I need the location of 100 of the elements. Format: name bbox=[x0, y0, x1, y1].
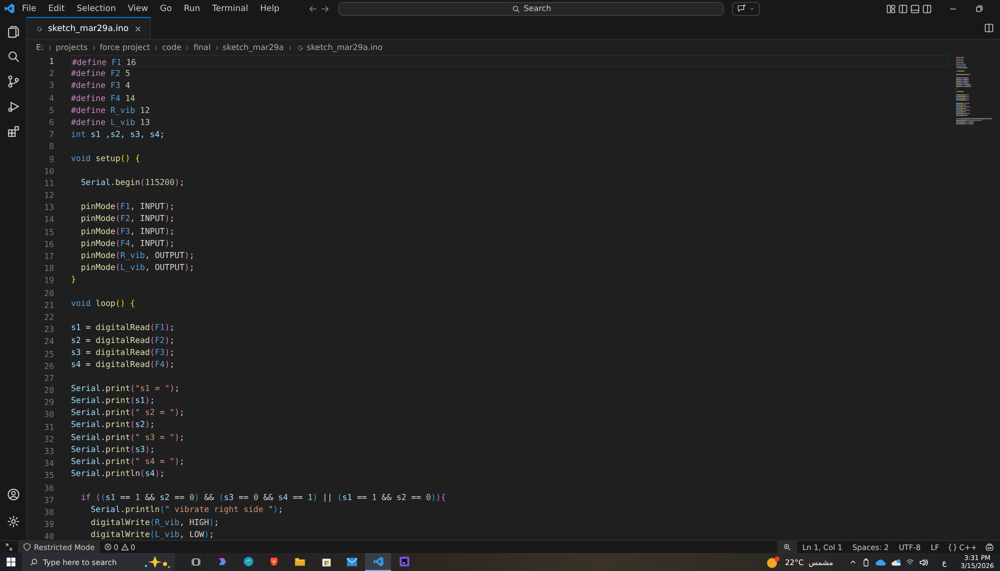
code-line: #define F3 4 bbox=[71, 79, 130, 92]
code-editor-icon bbox=[372, 556, 384, 567]
line-number: 22 bbox=[44, 310, 54, 324]
line-number: 8 bbox=[49, 140, 54, 152]
battery-icon[interactable] bbox=[862, 558, 870, 566]
mail-icon bbox=[346, 556, 358, 566]
code-line: digitalWrite(L_vib, LOW); bbox=[90, 528, 214, 540]
menu-item[interactable]: File bbox=[17, 4, 42, 14]
forward-arrow-icon[interactable] bbox=[320, 4, 330, 14]
split-editor-icon[interactable] bbox=[984, 23, 994, 33]
code-line: Serial.begin(115200); bbox=[80, 176, 184, 188]
line-number: 35 bbox=[44, 469, 54, 482]
panel-icon[interactable] bbox=[910, 4, 920, 14]
menu-item[interactable]: Terminal bbox=[207, 4, 254, 14]
braces-icon bbox=[948, 542, 958, 552]
run-debug-icon[interactable] bbox=[6, 100, 20, 113]
code-line: pinMode(L_vib, OUTPUT); bbox=[80, 261, 194, 274]
line-number: 40 bbox=[44, 530, 54, 540]
line-number: 7 bbox=[49, 128, 54, 140]
cloud-icon[interactable] bbox=[875, 558, 886, 566]
breadcrumb-item[interactable]: code bbox=[162, 43, 182, 52]
account-icon[interactable] bbox=[6, 488, 20, 501]
zoom-button[interactable] bbox=[777, 541, 798, 553]
line-number: 30 bbox=[44, 408, 54, 421]
lion-icon bbox=[269, 556, 279, 567]
primary-sidebar-icon[interactable] bbox=[898, 4, 908, 14]
search-icon bbox=[30, 558, 38, 566]
shield-icon bbox=[23, 543, 31, 551]
breadcrumb-item[interactable]: sketch_mar29a bbox=[222, 43, 284, 52]
breadcrumb-item[interactable]: projects bbox=[56, 43, 88, 52]
explorer-icon[interactable] bbox=[6, 25, 20, 38]
menu-item[interactable]: View bbox=[122, 4, 154, 14]
line-number: 19 bbox=[44, 274, 54, 287]
code-line: pinMode(R_vib, OUTPUT); bbox=[80, 248, 194, 262]
code-line: s3 = digitalRead(F3); bbox=[71, 346, 175, 358]
layout-icon[interactable] bbox=[886, 4, 896, 14]
menu-item[interactable]: Run bbox=[178, 4, 206, 14]
line-number: 6 bbox=[49, 116, 54, 128]
chevron-right-icon bbox=[153, 44, 160, 50]
code-editor-logo-icon bbox=[4, 3, 15, 14]
line-number: 17 bbox=[44, 250, 54, 262]
chevron-down-icon bbox=[749, 6, 756, 12]
chevron-right-icon bbox=[286, 44, 293, 50]
chevron-right-icon bbox=[90, 44, 97, 50]
restore-icon[interactable] bbox=[974, 4, 984, 14]
line-number: 21 bbox=[44, 298, 54, 311]
folder-icon bbox=[294, 556, 306, 567]
c-file-icon bbox=[35, 24, 43, 32]
remote-icon bbox=[5, 543, 13, 551]
code-line: #define F4 14 bbox=[71, 92, 136, 104]
chat-icon bbox=[737, 4, 746, 13]
ide-icon bbox=[398, 556, 410, 567]
line-number: 31 bbox=[44, 420, 54, 433]
close-icon[interactable] bbox=[134, 24, 142, 32]
extensions-icon[interactable] bbox=[6, 125, 20, 138]
chevron-right-icon bbox=[46, 44, 53, 50]
back-arrow-icon[interactable] bbox=[308, 4, 318, 14]
line-number: 4 bbox=[49, 92, 54, 104]
breadcrumb-item[interactable]: final bbox=[193, 43, 211, 52]
breadcrumb-item[interactable]: sketch_mar29a.ino bbox=[306, 43, 383, 52]
menu-item[interactable]: Edit bbox=[43, 4, 70, 14]
code-line: Serial.print(s1); bbox=[71, 394, 155, 406]
line-number: 13 bbox=[44, 201, 54, 214]
code-line: pinMode(F1, INPUT); bbox=[80, 200, 175, 212]
source-control-icon[interactable] bbox=[6, 75, 20, 88]
chat-button[interactable] bbox=[732, 2, 760, 16]
code-line: void setup() { bbox=[71, 152, 140, 164]
search-field[interactable]: Search bbox=[338, 2, 724, 16]
code-line: Serial.print(" s3 = "); bbox=[71, 430, 184, 443]
code-line: int s1 ,s2, s3, s4; bbox=[71, 128, 165, 140]
line-number: 12 bbox=[44, 189, 54, 202]
menu-item[interactable]: Selection bbox=[72, 4, 121, 14]
chevron-up-icon[interactable] bbox=[849, 558, 858, 566]
line-number: 18 bbox=[44, 262, 54, 274]
code-line: #define F2 5 bbox=[71, 67, 130, 80]
speaker-icon[interactable] bbox=[919, 558, 928, 566]
menu-item[interactable]: Help bbox=[255, 4, 284, 14]
code-line: Serial.println(" vibrate right side "); bbox=[90, 503, 284, 516]
line-number: 36 bbox=[44, 482, 54, 494]
line-number: 32 bbox=[44, 432, 54, 445]
windows-logo-icon[interactable] bbox=[6, 557, 16, 567]
breadcrumb-item[interactable]: force project bbox=[100, 43, 150, 52]
task-view-icon bbox=[191, 556, 201, 566]
code-line: Serial.print(" s4 = "); bbox=[71, 455, 184, 468]
settings-icon[interactable] bbox=[6, 515, 20, 528]
breadcrumb-item[interactable]: E: bbox=[36, 43, 44, 52]
sparkle-icon bbox=[143, 555, 171, 569]
secondary-sidebar-icon[interactable] bbox=[922, 4, 932, 14]
menu-item[interactable]: Go bbox=[155, 4, 177, 14]
code-line: pinMode(F3, INPUT); bbox=[80, 224, 175, 237]
line-number: 16 bbox=[44, 238, 54, 250]
editor-tab[interactable]: sketch_mar29a.ino bbox=[27, 17, 151, 39]
code-line: pinMode(F2, INPUT); bbox=[80, 212, 175, 225]
code-line: #define R_vib 12 bbox=[71, 104, 150, 116]
store-icon bbox=[320, 556, 332, 567]
wifi-icon[interactable] bbox=[906, 558, 914, 566]
line-number: 29 bbox=[44, 396, 54, 408]
search-icon[interactable] bbox=[6, 50, 20, 63]
line-number: 14 bbox=[44, 213, 54, 226]
cloud-icon[interactable] bbox=[891, 558, 902, 566]
